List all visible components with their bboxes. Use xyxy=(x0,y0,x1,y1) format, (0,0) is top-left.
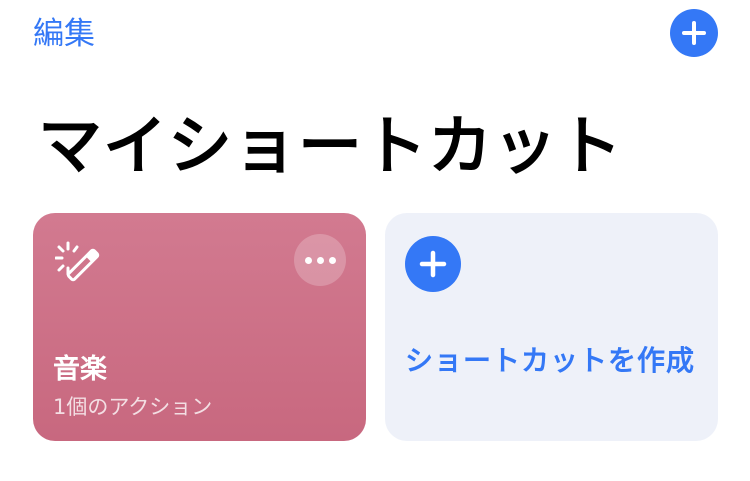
more-options-button[interactable] xyxy=(294,234,346,286)
shortcuts-page: 編集 マイショートカット 音楽 1個のアクション ショートカットを作成 xyxy=(0,0,750,481)
plus-icon xyxy=(682,21,706,45)
edit-button[interactable]: 編集 xyxy=(33,12,95,56)
add-shortcut-button[interactable] xyxy=(670,9,718,57)
ellipsis-icon xyxy=(304,256,312,264)
create-shortcut-label: ショートカットを作成 xyxy=(405,344,696,377)
magic-wand-icon xyxy=(55,241,100,282)
shortcut-action-count: 1個のアクション xyxy=(53,395,213,419)
shortcut-name: 音楽 xyxy=(53,354,107,385)
page-title: マイショートカット xyxy=(38,110,623,184)
create-plus-icon xyxy=(405,236,461,292)
plus-icon xyxy=(419,250,447,278)
